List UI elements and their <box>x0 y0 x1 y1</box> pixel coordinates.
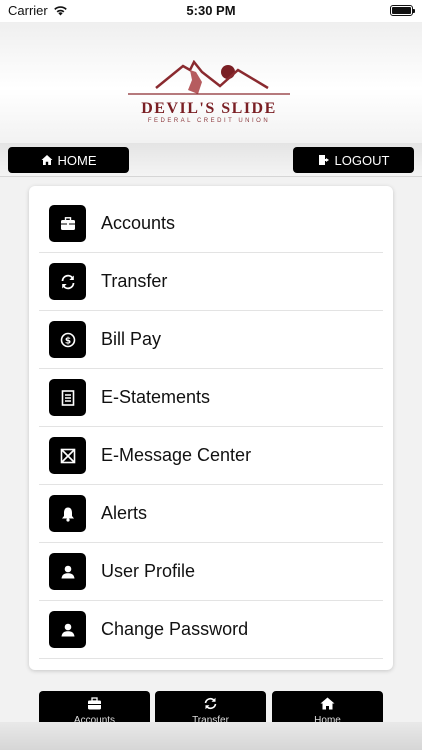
home-icon <box>320 697 335 710</box>
status-time: 5:30 PM <box>186 3 236 18</box>
refresh-icon <box>49 263 86 300</box>
user-icon <box>49 553 86 590</box>
logo-subtitle: FEDERAL CREDIT UNION <box>147 118 271 124</box>
menu-card: Accounts Transfer $ Bill Pay E-Statement… <box>29 186 393 670</box>
refresh-icon <box>204 697 217 710</box>
menu-item-label: User Profile <box>101 561 196 581</box>
dollar-coin-icon: $ <box>49 321 86 358</box>
logo-name: DEVIL'S SLIDE <box>141 100 277 117</box>
logo: DEVIL'S SLIDE FEDERAL CREDIT UNION <box>128 60 290 124</box>
document-icon <box>49 379 86 416</box>
logout-button[interactable]: LOGOUT <box>293 147 414 173</box>
svg-text:$: $ <box>64 336 70 346</box>
menu-item-accounts[interactable]: Accounts <box>39 195 383 253</box>
menu-item-label: Bill Pay <box>101 329 162 349</box>
battery-icon <box>390 5 415 16</box>
bell-icon <box>49 495 86 532</box>
home-button[interactable]: HOME <box>8 147 129 173</box>
logout-icon <box>318 155 329 165</box>
menu-item-label: E-Message Center <box>101 445 252 465</box>
menu-item-bill-pay[interactable]: $ Bill Pay <box>39 311 383 369</box>
briefcase-icon <box>88 697 101 710</box>
briefcase-icon <box>49 205 86 242</box>
bottom-bar <box>0 722 422 750</box>
menu-item-change-password[interactable]: Change Password <box>39 601 383 659</box>
menu-item-label: Change Password <box>101 619 249 639</box>
menu-item-user-profile[interactable]: User Profile <box>39 543 383 601</box>
nav-strip: HOME LOGOUT <box>0 143 422 177</box>
logout-button-label: LOGOUT <box>334 152 390 168</box>
menu-item-e-message-center[interactable]: E-Message Center <box>39 427 383 485</box>
menu-item-label: Transfer <box>101 271 168 291</box>
envelope-icon <box>49 437 86 474</box>
home-button-label: HOME <box>57 152 97 168</box>
menu-item-e-statements[interactable]: E-Statements <box>39 369 383 427</box>
status-bar: Carrier 5:30 PM <box>0 0 422 22</box>
menu-item-transfer[interactable]: Transfer <box>39 253 383 311</box>
menu-item-label: Accounts <box>101 213 176 233</box>
user-icon <box>49 611 86 648</box>
home-icon <box>41 155 52 165</box>
menu-item-label: Alerts <box>101 503 148 523</box>
menu-item-label: E-Statements <box>101 387 211 407</box>
mountain-logo-icon <box>128 60 290 95</box>
menu-item-alerts[interactable]: Alerts <box>39 485 383 543</box>
header: DEVIL'S SLIDE FEDERAL CREDIT UNION <box>0 22 422 143</box>
